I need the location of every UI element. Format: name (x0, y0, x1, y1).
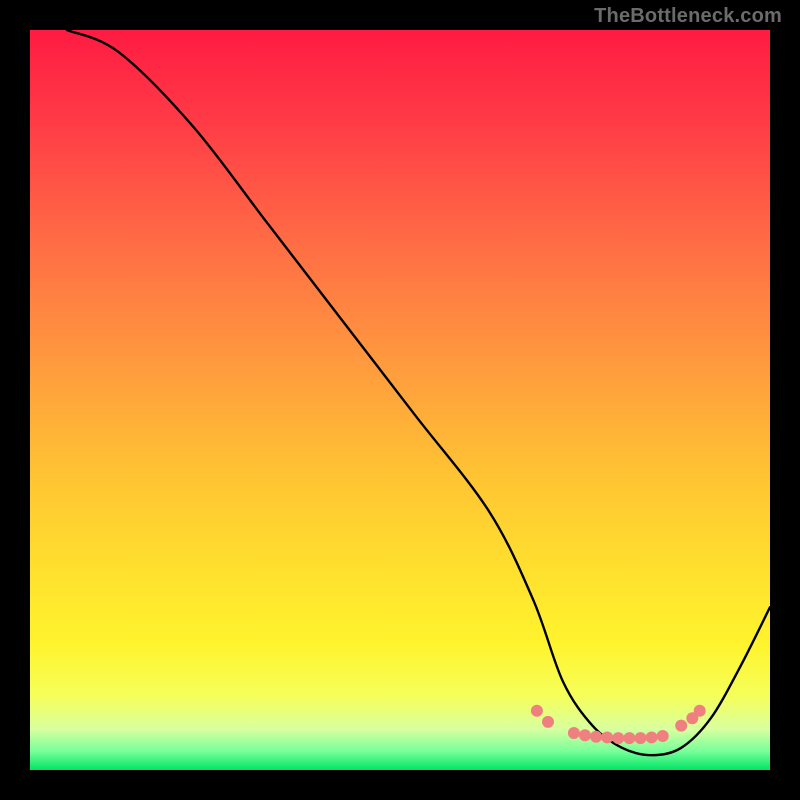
highlight-point (601, 731, 613, 743)
highlight-point (675, 720, 687, 732)
highlight-point (635, 732, 647, 744)
highlight-point (531, 705, 543, 717)
highlight-point (694, 705, 706, 717)
highlight-point (542, 716, 554, 728)
chart-frame: TheBottleneck.com (0, 0, 800, 800)
gradient-background (30, 30, 770, 770)
plot-area (30, 30, 770, 770)
highlight-point (590, 731, 602, 743)
highlight-point (657, 730, 669, 742)
highlight-point (612, 732, 624, 744)
highlight-point (623, 732, 635, 744)
highlight-point (579, 729, 591, 741)
highlight-point (568, 727, 580, 739)
highlight-point (646, 731, 658, 743)
watermark-text: TheBottleneck.com (594, 5, 782, 28)
chart-svg (30, 30, 770, 770)
